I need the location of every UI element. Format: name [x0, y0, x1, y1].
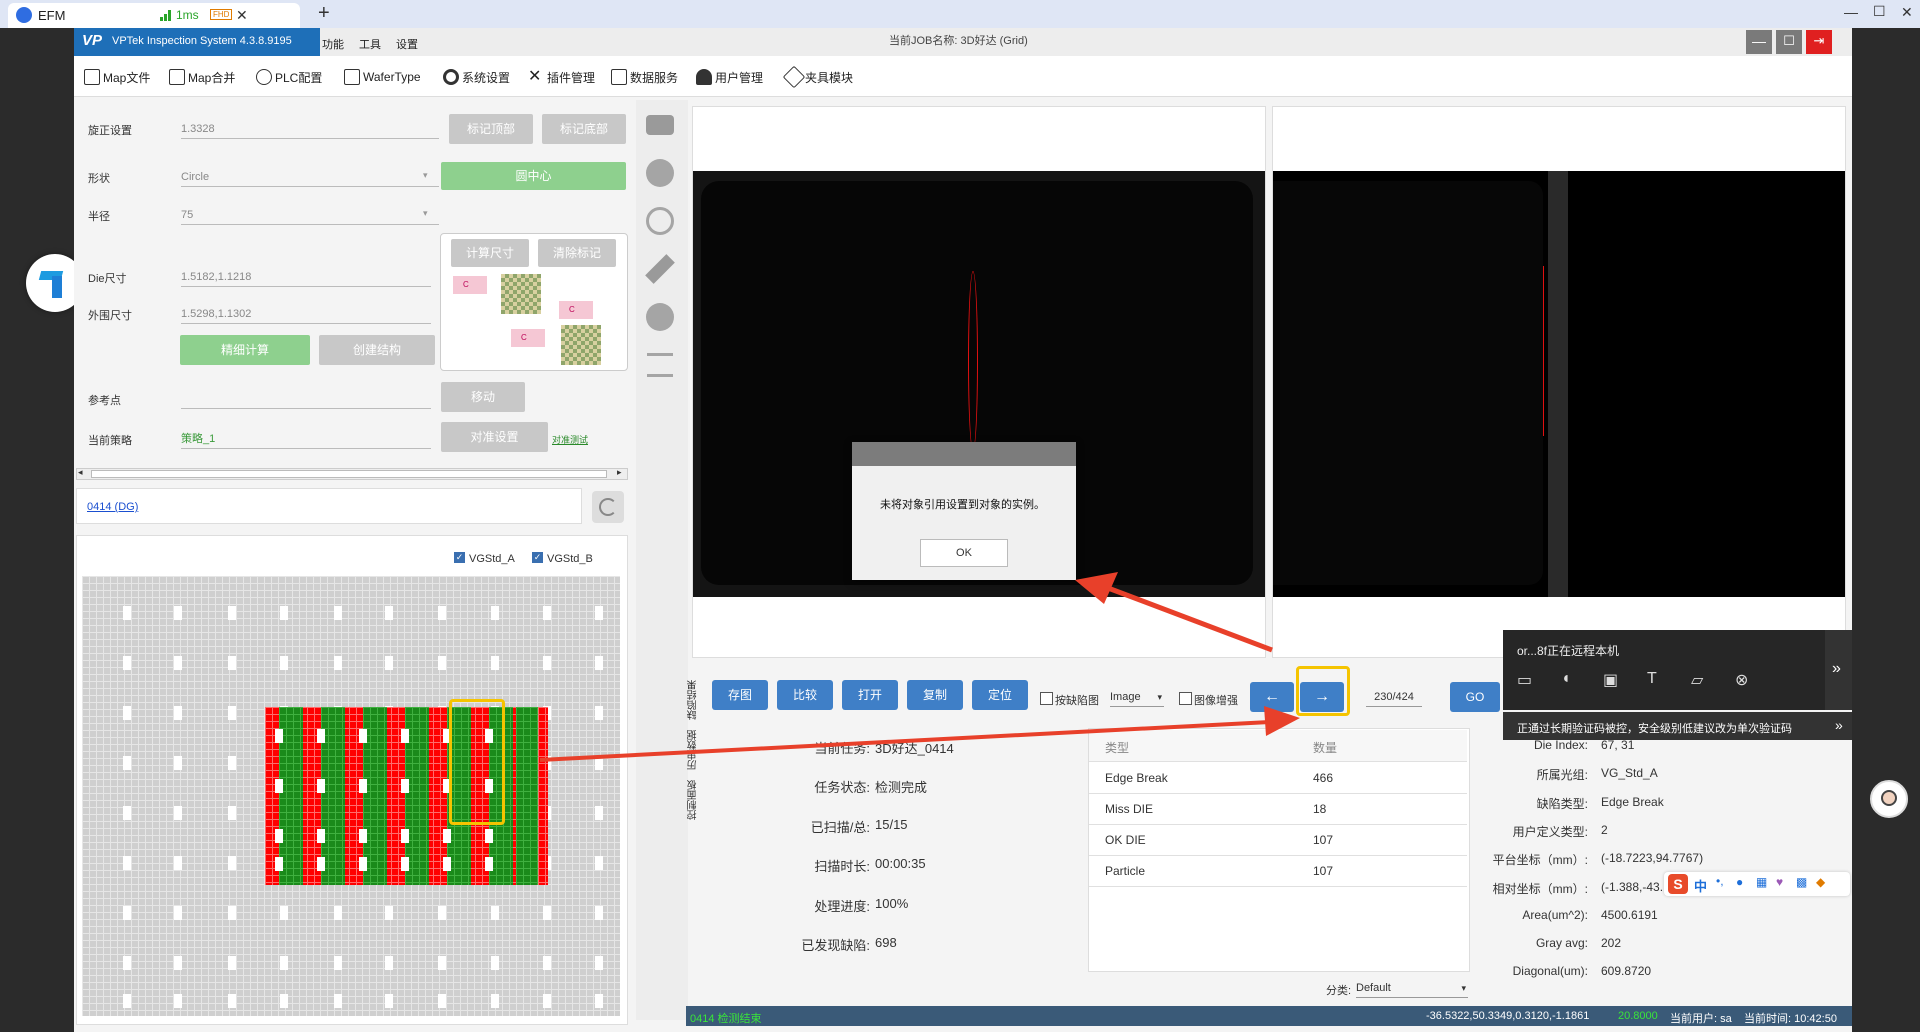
arrow-to-dialog — [1107, 585, 1273, 653]
annotation-arrows — [539, 572, 1300, 762]
arrow-from-map — [539, 720, 1271, 762]
arrow-head-next — [1264, 706, 1300, 736]
